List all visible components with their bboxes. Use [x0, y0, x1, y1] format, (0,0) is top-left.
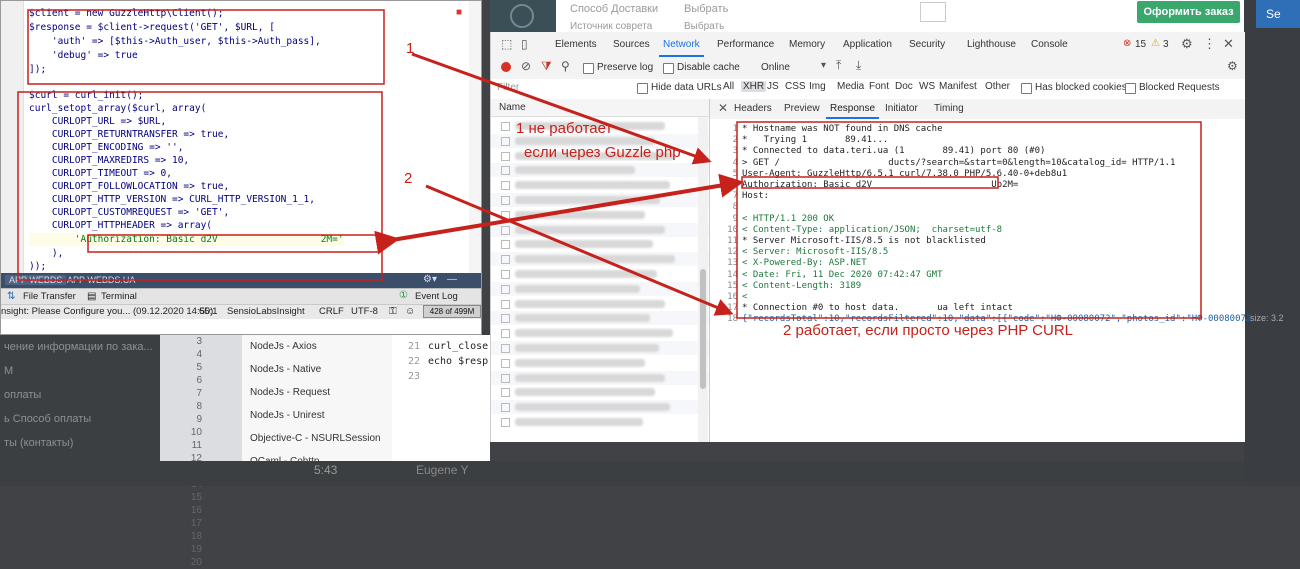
- note-1-line1: 1 не работает: [516, 120, 613, 137]
- gutter-line-number: 18: [190, 531, 202, 542]
- response-box: [736, 121, 1202, 319]
- guzzle-auth-box: [741, 176, 999, 189]
- guzzle-code-box: [27, 9, 385, 85]
- gutter-line-number: 20: [190, 557, 202, 568]
- arrow-2: [425, 184, 734, 316]
- label-2: 2: [404, 170, 413, 187]
- note-1-line2: если через Guzzle php: [524, 144, 681, 161]
- auth-compare-arrow: [374, 173, 744, 255]
- curl-auth-box: [87, 234, 380, 253]
- note-2: 2 работает, если просто через PHP CURL: [783, 322, 1074, 339]
- gutter-line-number: 15: [190, 492, 202, 503]
- annotation-layer: [17, 9, 1202, 319]
- gutter-line-number: 17: [190, 518, 202, 529]
- label-1: 1: [406, 40, 415, 57]
- gutter-line-number: 19: [190, 544, 202, 555]
- gutter-line-number: 16: [190, 505, 202, 516]
